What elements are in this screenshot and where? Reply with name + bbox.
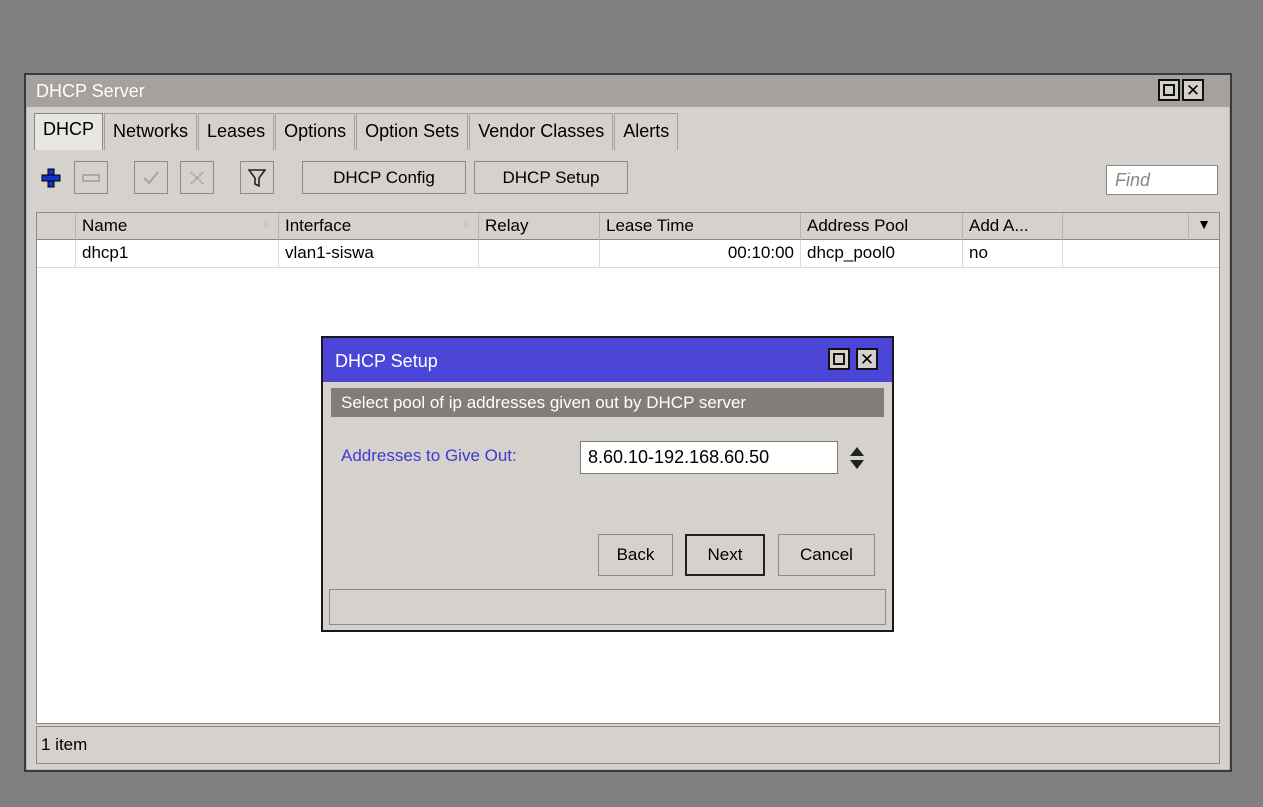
sort-arrow-icon: ▲ <box>460 216 472 230</box>
cell-address-pool: dhcp_pool0 <box>801 240 963 267</box>
cross-icon <box>190 170 204 185</box>
tab-options[interactable]: Options <box>275 113 356 150</box>
sort-arrow-icon: ▲ <box>260 216 272 230</box>
columns-dropdown-icon[interactable]: ▼ <box>1189 213 1219 240</box>
cell-add-a: no <box>963 240 1063 267</box>
table-row[interactable]: dhcp1 vlan1-siswa 00:10:00 dhcp_pool0 no <box>37 240 1219 268</box>
tab-alerts[interactable]: Alerts <box>614 113 679 150</box>
remove-button[interactable] <box>74 161 108 194</box>
enable-button[interactable] <box>134 161 168 194</box>
column-header-address-pool[interactable]: Address Pool <box>801 213 963 240</box>
close-icon[interactable]: ✕ <box>1182 79 1204 101</box>
disable-button[interactable] <box>180 161 214 194</box>
window-title: DHCP Server <box>36 81 145 101</box>
check-icon <box>143 170 159 184</box>
plus-icon <box>41 168 61 187</box>
maximize-icon[interactable] <box>1158 79 1180 101</box>
addresses-label: Addresses to Give Out: <box>341 446 517 465</box>
dialog-title: DHCP Setup <box>335 351 438 371</box>
dialog-description: Select pool of ip addresses given out by… <box>331 388 884 417</box>
add-button[interactable] <box>34 161 68 194</box>
cell-lease-time: 00:10:00 <box>600 240 801 267</box>
column-header-name[interactable]: Name ▲ <box>76 213 279 240</box>
dialog-close-icon[interactable]: ✕ <box>856 348 878 370</box>
column-header-empty <box>1063 213 1189 240</box>
next-button[interactable]: Next <box>685 534 765 576</box>
filter-icon <box>248 168 266 187</box>
cell-interface: vlan1-siswa <box>279 240 479 267</box>
tab-option-sets[interactable]: Option Sets <box>356 113 469 150</box>
tab-vendor-classes[interactable]: Vendor Classes <box>469 113 614 150</box>
item-count: 1 item <box>41 735 88 754</box>
addresses-input[interactable]: 8.60.10-192.168.60.50 <box>580 441 838 474</box>
tab-dhcp[interactable]: DHCP <box>34 113 104 150</box>
spinner-icon[interactable] <box>849 445 865 471</box>
dhcp-setup-button[interactable]: DHCP Setup <box>474 161 628 194</box>
dhcp-config-button[interactable]: DHCP Config <box>302 161 466 194</box>
cell-relay <box>479 240 600 267</box>
dialog-maximize-icon[interactable] <box>828 348 850 370</box>
tab-bar: DHCP Networks Leases Options Option Sets… <box>34 113 679 150</box>
toolbar: DHCP Config DHCP Setup Find <box>34 159 1222 197</box>
column-header-add-a[interactable]: Add A... <box>963 213 1063 240</box>
row-selector <box>37 240 76 267</box>
cell-name: dhcp1 <box>76 240 279 267</box>
cancel-button[interactable]: Cancel <box>778 534 875 576</box>
tab-networks[interactable]: Networks <box>104 113 198 150</box>
status-bar: 1 item <box>36 726 1220 764</box>
dhcp-setup-dialog: DHCP Setup ✕ Select pool of ip addresses… <box>321 336 894 632</box>
find-input[interactable]: Find <box>1106 165 1218 195</box>
column-header-lease-time[interactable]: Lease Time <box>600 213 801 240</box>
table-header: Name ▲ Interface ▲ Relay Lease Time Addr… <box>37 213 1219 240</box>
window-title-bar[interactable]: DHCP Server <box>26 75 1230 107</box>
dialog-status-bar <box>329 589 886 625</box>
minus-icon <box>82 173 100 182</box>
dialog-title-bar[interactable]: DHCP Setup <box>323 338 892 382</box>
column-header-relay[interactable]: Relay <box>479 213 600 240</box>
filter-button[interactable] <box>240 161 274 194</box>
row-selector-header <box>37 213 76 240</box>
tab-leases[interactable]: Leases <box>198 113 275 150</box>
column-header-interface[interactable]: Interface ▲ <box>279 213 479 240</box>
back-button[interactable]: Back <box>598 534 673 576</box>
